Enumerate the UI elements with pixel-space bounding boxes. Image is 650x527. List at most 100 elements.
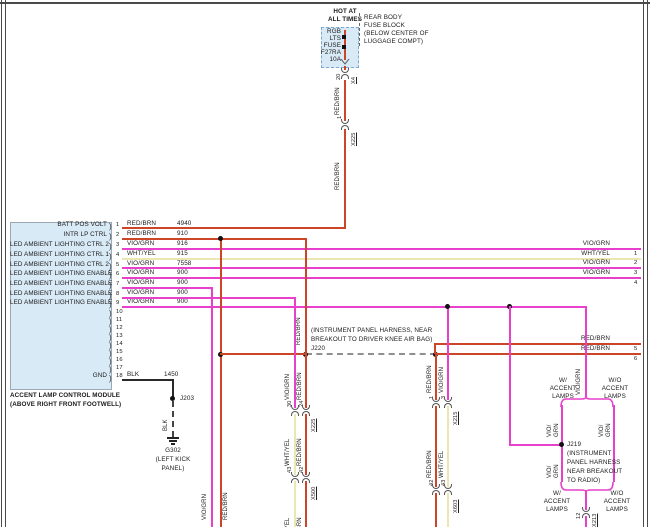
- wire-gnd-horizontal: [122, 379, 173, 381]
- module-pin-label-3: LED AMBIENT LIGHTING CTRL 2: [10, 241, 107, 249]
- module-pin-number-7: 7: [116, 280, 119, 288]
- wire-rpair-red-lower: [435, 493, 437, 527]
- module-pin-number-6: 6: [116, 270, 119, 278]
- edge-pin-5: 5: [634, 345, 637, 353]
- j219-label-1: J219: [567, 441, 581, 449]
- rpair-upper-label-1: RED/BRN: [427, 365, 434, 393]
- wire-rpair-red-mid: [435, 406, 437, 487]
- module-pin-label-7: LED AMBIENT LIGHTING ENABLE: [10, 280, 107, 288]
- module-pin-number-8: 8: [116, 290, 119, 298]
- edge-wire-3: VIO/GRN: [565, 259, 610, 267]
- module-name-line1: ACCENT LAMP CONTROL MODULE: [10, 392, 120, 400]
- module-pin-label-18: GND: [10, 372, 107, 380]
- wire-label-above-splice: RED/BRN: [296, 317, 303, 345]
- wire-rpair-yel-lower: [447, 493, 449, 527]
- border-right-inner: [643, 0, 644, 527]
- border-left-outer: [1, 0, 2, 527]
- fuse-terminal-bottom: [342, 45, 346, 49]
- edge-pin-1: 1: [634, 250, 637, 258]
- module-wire-4: WHT/YEL: [127, 250, 156, 258]
- j203-label: J203: [180, 395, 194, 403]
- wire-label-batt-upper: RED/BRN: [335, 87, 342, 115]
- module-circuit-18: 1450: [164, 371, 178, 379]
- module-pin-chevron: ): [109, 243, 112, 251]
- wire-lpair-yel-lower: [294, 481, 296, 527]
- module-circuit-2: 910: [177, 230, 188, 238]
- branch-left-label-b: GRN: [554, 423, 561, 437]
- module-pin-number-16: 16: [116, 356, 123, 364]
- wire-batt-feed-mid: [344, 80, 346, 121]
- j219-splice-dot: [559, 442, 564, 447]
- edge-pin-3: 3: [634, 269, 637, 277]
- junction-dot-row2: [218, 236, 223, 241]
- j220-label-2: BREAKOUT TO DRIVER KNEE AIR BAG): [311, 336, 432, 344]
- j219-label-2: (INSTRUMENT: [567, 450, 611, 458]
- wire-row2: [122, 238, 307, 240]
- border-right-outer: [647, 0, 648, 527]
- module-pin-chevron: ): [109, 292, 112, 300]
- module-pin-number-5: 5: [116, 261, 119, 269]
- module-pin-number-4: 4: [116, 251, 119, 259]
- wire-label-batt-lower: RED/BRN: [335, 162, 342, 190]
- lpair-connector2-name: X500: [311, 487, 318, 500]
- edge-pin-2: 2: [634, 259, 637, 267]
- wire-row8: [122, 297, 296, 299]
- wire-row9: [122, 306, 587, 308]
- fuse-location-3: (BELOW CENTER OF: [364, 30, 429, 38]
- module-pin-label-4: LED AMBIENT LIGHTING CTRL 1: [10, 251, 107, 259]
- lpair-lower-label-1: WHT/YEL: [285, 518, 292, 527]
- module-pin-chevron: ): [109, 263, 112, 271]
- fuse-location-4: LUGGAGE COMPT): [364, 38, 423, 46]
- ground-location-2: PANEL): [150, 465, 196, 473]
- fuse-exit-arrow: [340, 59, 350, 65]
- module-circuit-7: 900: [177, 279, 188, 287]
- without-accent-lower-2: ACCENT: [598, 498, 636, 506]
- module-pin-number-3: 3: [116, 241, 119, 249]
- ground-name: G302: [150, 447, 196, 455]
- branch-split-bracket: [560, 397, 614, 407]
- module-pin-number-15: 15: [116, 348, 123, 356]
- module-pin-number-1: 1: [116, 221, 119, 229]
- branch-right-label-b: GRN: [606, 423, 613, 437]
- wire-batt-feed-upper: [344, 66, 346, 70]
- module-pin-label-8: LED AMBIENT LIGHTING ENABLE: [10, 290, 107, 298]
- wire-rpair-yel-mid: [447, 406, 449, 487]
- without-accent-upper-2: ACCENT: [596, 385, 634, 393]
- lpair-upper-label-1: VIO/GRN: [285, 374, 292, 400]
- module-circuit-8: 900: [177, 289, 188, 297]
- module-pin-chevron: ): [109, 301, 112, 309]
- module-pin-chevron: ): [109, 223, 112, 231]
- ground-symbol-bar2: [169, 440, 177, 442]
- ground-symbol-bar1: [167, 437, 179, 439]
- wire-lpair-red-lower: [305, 481, 307, 527]
- edge-wire-4: VIO/GRN: [565, 269, 610, 277]
- branch-left-lower-label-b: GRN: [554, 464, 561, 478]
- module-pin-number-9: 9: [116, 299, 119, 307]
- lpair-lower-label-2: RED/BRN: [297, 517, 304, 527]
- branch-left-label-a: VIO/: [547, 425, 554, 437]
- wire-row2-drop: [305, 238, 307, 354]
- with-accent-upper-1: W/: [544, 377, 582, 385]
- edge-wire-5: RED/BRN: [565, 335, 610, 343]
- module-pin-label-9: LED AMBIENT LIGHTING ENABLE: [10, 299, 107, 307]
- wire-j219-drop: [509, 306, 511, 445]
- module-pin-number-17: 17: [116, 364, 123, 372]
- lpair-upper-label-2: RED/BRN: [297, 372, 304, 400]
- ground-location-1: (LEFT KICK: [150, 456, 196, 464]
- branch-right-label-a: VIO/: [599, 425, 606, 437]
- module-pin-number-13: 13: [116, 332, 123, 340]
- module-pin-chevron: ): [109, 366, 112, 374]
- module-pin-chevron: ): [109, 272, 112, 280]
- wire-label-mid-left-red: RED/BRN: [223, 492, 230, 520]
- wire-mid-left-red: [220, 238, 222, 527]
- border-left-inner: [5, 0, 6, 527]
- module-name-line2: (ABOVE RIGHT FRONT FOOTWELL): [10, 401, 121, 409]
- module-pin-chevron: ): [109, 282, 112, 290]
- fuse-location-1: REAR BODY: [364, 14, 402, 22]
- gnd-wire-label: BLK: [163, 419, 170, 431]
- module-wire-2: RED/BRN: [127, 230, 156, 238]
- fuse-location-brace: [359, 13, 362, 46]
- wire-merged-stem-lower: [585, 516, 587, 527]
- module-circuit-9: 900: [177, 298, 188, 306]
- wire-rpair-red-upper: [435, 355, 437, 400]
